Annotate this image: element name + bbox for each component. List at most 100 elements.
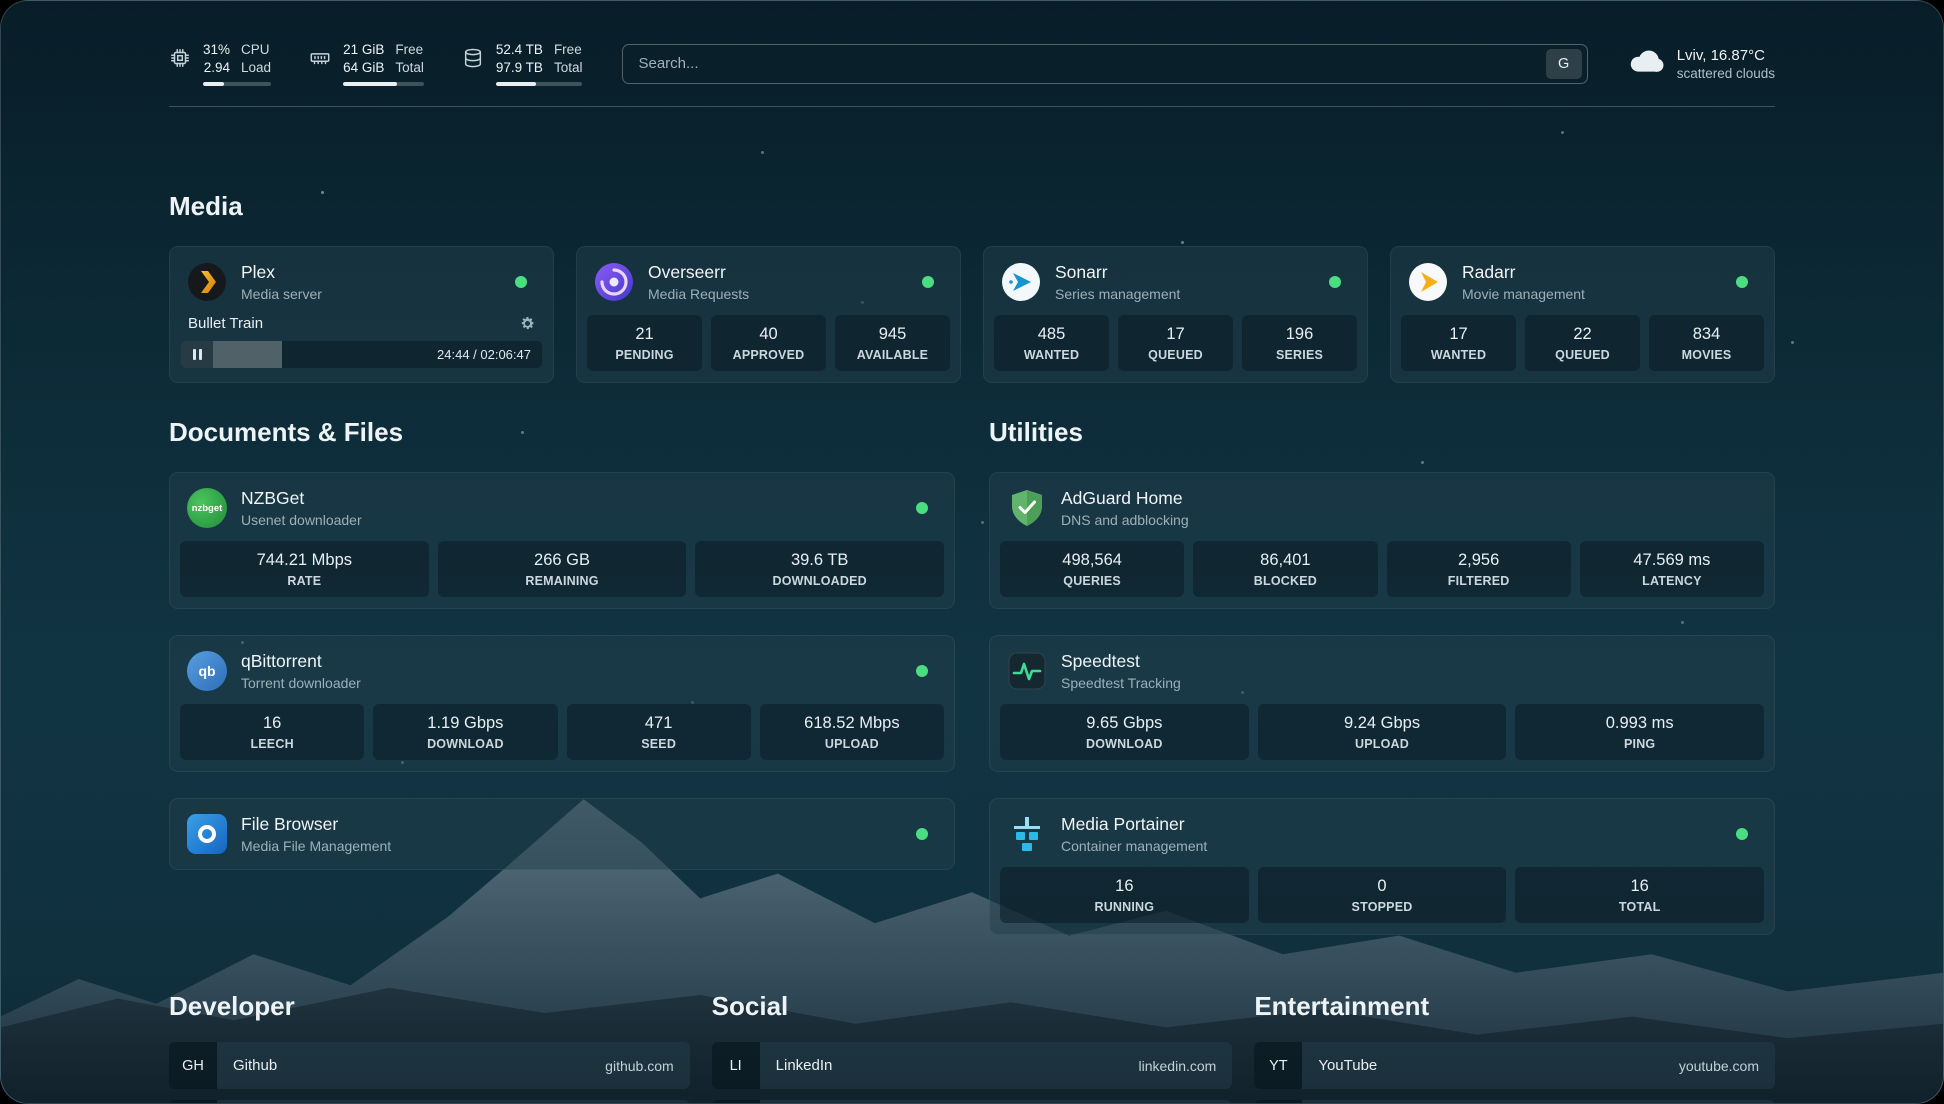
section-title-media: Media (169, 191, 1775, 222)
cpu-usage-label: CPU (241, 41, 271, 59)
service-name: qBittorrent (241, 651, 361, 672)
service-desc: Container management (1061, 838, 1207, 854)
service-card-sonarr: Sonarr Series management 485WANTED 17QUE… (983, 246, 1368, 383)
documents-column: Documents & Files nzbget NZBGet Usenet d… (169, 417, 955, 870)
memory-label-column: Free Total (395, 41, 424, 77)
stat-upload: 9.24 GbpsUPLOAD (1258, 704, 1507, 760)
stat-label: FILTERED (1393, 574, 1565, 588)
service-link-sonarr[interactable]: Sonarr Series management (990, 253, 1361, 311)
bookmark-list: LI LinkedInlinkedin.com TW Twittertwitte… (712, 1042, 1233, 1104)
memory-progress-bar (343, 82, 424, 86)
weather-location: Lviv, 16.87°C (1677, 47, 1775, 64)
bookmark-netflix[interactable]: NF Netflixnetflix.com (1254, 1100, 1775, 1104)
gear-icon[interactable] (520, 316, 535, 331)
disk-value-column: 52.4 TB 97.9 TB (496, 41, 543, 77)
bookmarks-section: Developer GH Githubgithub.com SO StackOv… (169, 991, 1775, 1104)
portainer-icon (1006, 813, 1048, 855)
stat-label: UPLOAD (766, 737, 938, 751)
top-bar: 31% 2.94 CPU Load (169, 35, 1775, 107)
status-dot (916, 665, 928, 677)
service-link-radarr[interactable]: Radarr Movie management (1397, 253, 1768, 311)
disk-progress-bar (496, 82, 583, 86)
stat-value: 16 (1006, 877, 1243, 896)
bookmark-stackoverflow[interactable]: SO StackOverflowstackoverflow.com (169, 1100, 690, 1104)
stat-label: RATE (186, 574, 423, 588)
stat-upload: 618.52 MbpsUPLOAD (760, 704, 944, 760)
service-link-plex[interactable]: Plex Media server (176, 253, 547, 311)
cloud-icon (1628, 48, 1664, 79)
stat-label: DOWNLOADED (701, 574, 938, 588)
service-text: Overseerr Media Requests (648, 262, 749, 302)
stat-label: SERIES (1248, 348, 1351, 362)
service-link-speedtest[interactable]: Speedtest Speedtest Tracking (996, 642, 1768, 700)
memory-free-value: 21 GiB (343, 41, 384, 59)
memory-icon (309, 47, 331, 74)
stat-value: 22 (1531, 325, 1634, 344)
cpu-widget: 31% 2.94 CPU Load (169, 41, 271, 86)
disk-progress-fill (496, 82, 536, 86)
service-link-filebrowser[interactable]: File Browser Media File Management (176, 805, 948, 863)
service-desc: Movie management (1462, 286, 1585, 302)
stat-label: QUEUED (1531, 348, 1634, 362)
bookmark-url: github.com (605, 1058, 673, 1074)
stat-wanted: 17 WANTED (1401, 315, 1516, 371)
stat-download: 9.65 Gbps DOWNLOAD (1000, 704, 1249, 760)
stat-label: WANTED (1407, 348, 1510, 362)
stat-value: 39.6 TB (701, 551, 938, 570)
bookmark-abbr: YT (1254, 1042, 1302, 1089)
service-text: File Browser Media File Management (241, 814, 391, 854)
stats-row: 16LEECH 1.19 GbpsDOWNLOAD 471SEED 618.52… (176, 700, 948, 765)
stat-seed: 471SEED (567, 704, 751, 760)
bookmark-abbr: LI (712, 1042, 760, 1089)
search-provider-button[interactable]: G (1546, 49, 1582, 79)
service-link-nzbget[interactable]: nzbget NZBGet Usenet downloader (176, 479, 948, 537)
service-desc: Media server (241, 286, 322, 302)
search-input[interactable] (638, 55, 1545, 72)
bookmark-list: GH Githubgithub.com SO StackOverflowstac… (169, 1042, 690, 1104)
bookmark-twitter[interactable]: TW Twittertwitter.com (712, 1100, 1233, 1104)
stat-label: BLOCKED (1199, 574, 1371, 588)
memory-values: 21 GiB 64 GiB Free Total (343, 41, 424, 77)
bookmarks-social: Social LI LinkedInlinkedin.com TW Twitte… (712, 991, 1233, 1104)
stats-row: 9.65 GbpsDOWNLOAD 9.24 GbpsUPLOAD 0.993 … (996, 700, 1768, 765)
stat-value: 17 (1124, 325, 1227, 344)
bookmark-youtube[interactable]: YT YouTubeyoutube.com (1254, 1042, 1775, 1089)
stat-label: SEED (573, 737, 745, 751)
weather-widget[interactable]: Lviv, 16.87°C scattered clouds (1628, 47, 1775, 81)
stat-latency: 47.569 msLATENCY (1580, 541, 1764, 597)
stats-row: 744.21 MbpsRATE 266 GBREMAINING 39.6 TBD… (176, 537, 948, 602)
bookmark-linkedin[interactable]: LI LinkedInlinkedin.com (712, 1042, 1233, 1089)
stat-value: 0 (1264, 877, 1501, 896)
stat-value: 17 (1407, 325, 1510, 344)
stat-blocked: 86,401 BLOCKED (1193, 541, 1377, 597)
service-link-qbittorrent[interactable]: qb qBittorrent Torrent downloader (176, 642, 948, 700)
service-name: AdGuard Home (1061, 488, 1189, 509)
stat-running: 16RUNNING (1000, 867, 1249, 923)
bookmark-abbr: GH (169, 1042, 217, 1089)
stat-label: WANTED (1000, 348, 1103, 362)
memory-progress-fill (343, 82, 397, 86)
nzbget-icon: nzbget (186, 487, 228, 529)
stat-leech: 16LEECH (180, 704, 364, 760)
stat-value: 9.65 Gbps (1006, 714, 1243, 733)
service-text: NZBGet Usenet downloader (241, 488, 362, 528)
service-link-overseerr[interactable]: Overseerr Media Requests (583, 253, 954, 311)
service-link-portainer[interactable]: Media Portainer Container management (996, 805, 1768, 863)
bookmark-github[interactable]: GH Githubgithub.com (169, 1042, 690, 1089)
plex-progress-bar[interactable]: 24:44 / 02:06:47 (181, 341, 542, 368)
stat-label: LEECH (186, 737, 358, 751)
stat-label: DOWNLOAD (1006, 737, 1243, 751)
resource-widgets: 31% 2.94 CPU Load (169, 41, 582, 86)
stat-value: 16 (1521, 877, 1758, 896)
stat-value: 485 (1000, 325, 1103, 344)
cpu-progress-bar (203, 82, 271, 86)
plex-now-playing-row: Bullet Train (176, 311, 547, 341)
disk-total-value: 97.9 TB (496, 59, 543, 77)
stat-value: 86,401 (1199, 551, 1371, 570)
service-text: qBittorrent Torrent downloader (241, 651, 361, 691)
plex-time: 24:44 / 02:06:47 (437, 347, 542, 362)
service-link-adguard[interactable]: AdGuard Home DNS and adblocking (996, 479, 1768, 537)
stat-filtered: 2,956FILTERED (1387, 541, 1571, 597)
pause-button[interactable] (181, 341, 213, 368)
stat-total: 16TOTAL (1515, 867, 1764, 923)
